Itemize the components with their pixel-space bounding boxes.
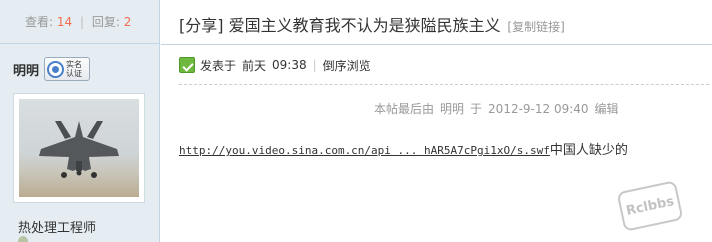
edit-action: 编辑 — [594, 102, 619, 116]
author-row: 明明 实名认证 — [13, 56, 91, 82]
verified-badge[interactable]: 实名认证 — [44, 57, 91, 81]
meta-separator: | — [312, 58, 317, 72]
replies-label: 回复: — [91, 15, 120, 29]
dashed-divider — [179, 84, 709, 85]
post-body: http://you.video.sina.com.cn/api ... hAR… — [179, 139, 628, 158]
editor-name: 明明 — [440, 102, 465, 116]
rank-icon — [18, 236, 28, 242]
post-body-text: 中国人缺少的 — [549, 143, 628, 158]
post-stats: 查看: 14 | 回复: 2 — [0, 0, 159, 44]
posted-prefix: 发表于 — [200, 58, 237, 73]
post-title-row: [分享] 爱国主义教育我不认为是狭隘民族主义 [复制链接] — [179, 12, 565, 36]
verified-badge-label: 实名认证 — [66, 60, 83, 78]
edit-at: 于 — [470, 102, 483, 116]
verified-seal-icon — [47, 60, 65, 78]
views-count: 14 — [56, 15, 73, 29]
edit-label: 本帖最后由 — [374, 102, 435, 116]
posted-time: 09:38 — [272, 58, 307, 72]
fighter-jet-image — [39, 121, 119, 178]
edit-status: 本帖最后由 明明于 2012-9-12 09:40 编辑 — [374, 100, 625, 117]
views-label: 查看: — [25, 15, 54, 29]
post-meta: 发表于 前天 09:38 | 倒序浏览 — [179, 56, 371, 74]
post-online-icon — [179, 57, 195, 73]
video-link[interactable]: http://you.video.sina.com.cn/api ... hAR… — [179, 144, 550, 157]
avatar[interactable] — [19, 99, 139, 197]
author-sidebar: 查看: 14 | 回复: 2 明明 实名认证 热处理工程师 — [0, 0, 160, 242]
reverse-view-link[interactable]: 倒序浏览 — [323, 57, 371, 74]
avatar-frame[interactable] — [13, 93, 145, 203]
copy-link-button[interactable]: [复制链接] — [507, 20, 564, 34]
post-title: [分享] 爱国主义教育我不认为是狭隘民族主义 — [179, 16, 501, 35]
user-title: 热处理工程师 — [18, 221, 97, 236]
replies-count: 2 — [123, 15, 132, 29]
posted-day: 前天 — [242, 58, 267, 73]
divider — [161, 44, 712, 45]
edit-datetime: 2012-9-12 09:40 — [488, 102, 589, 116]
stats-separator: | — [79, 15, 85, 29]
author-name[interactable]: 明明 — [13, 60, 39, 79]
watermark-text: Rclbbs — [624, 193, 676, 219]
